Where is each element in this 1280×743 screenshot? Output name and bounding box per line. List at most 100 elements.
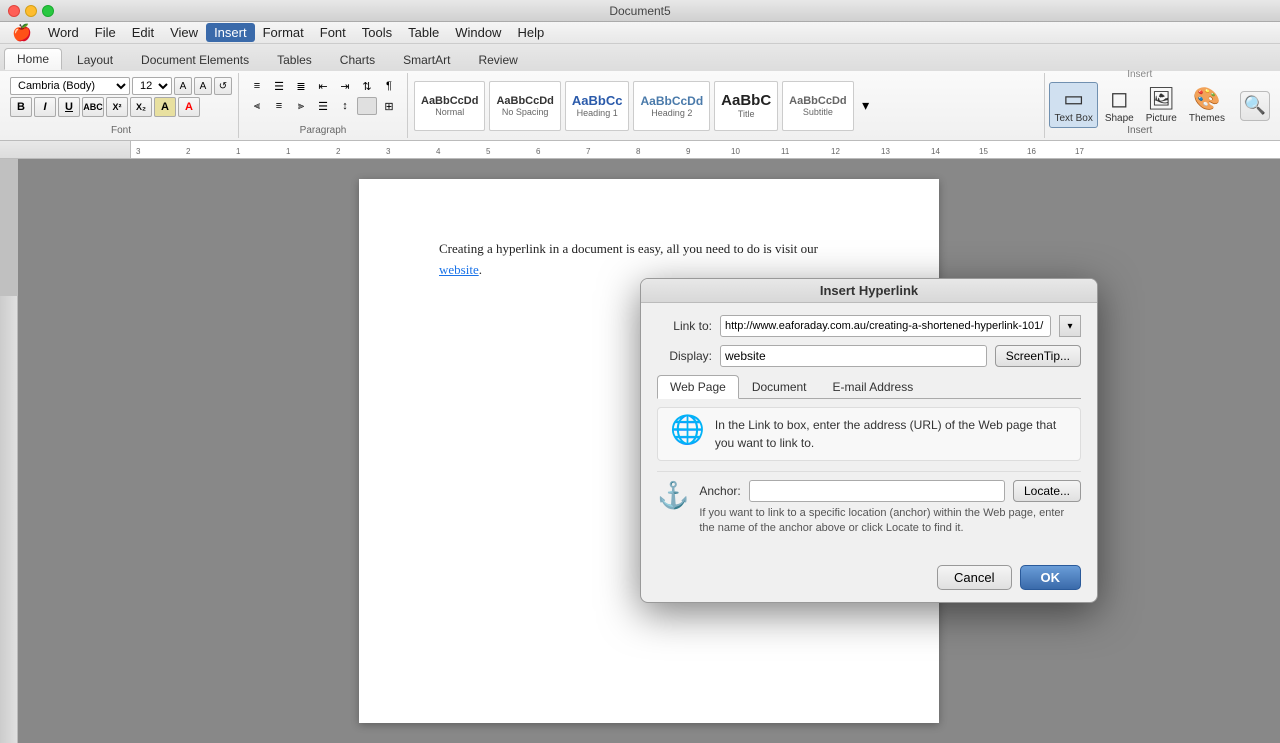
show-formatting-btn[interactable]: ¶ [379,77,399,95]
menu-insert[interactable]: Insert [206,23,255,42]
anchor-input[interactable] [749,480,1005,502]
menu-file[interactable]: File [87,23,124,42]
style-normal[interactable]: AaBbCcDd Normal [414,81,485,131]
menu-edit[interactable]: Edit [124,23,162,42]
tab-tables[interactable]: Tables [264,49,325,70]
highlight-button[interactable]: A [154,97,176,117]
svg-text:13: 13 [881,147,890,156]
dialog-tabs: Web Page Document E-mail Address [657,375,1081,399]
textbox-label: Text Box [1054,113,1092,124]
tab-document[interactable]: Document [739,375,820,398]
link-to-input[interactable] [720,315,1051,337]
themes-icon: 🎨 [1193,86,1220,112]
italic-button[interactable]: I [34,97,56,117]
svg-text:2: 2 [336,147,341,156]
numbered-list-btn[interactable]: ☰ [269,77,289,95]
shape-btn[interactable]: ◻ Shape [1100,82,1139,128]
align-left-btn[interactable]: ⫷ [247,97,267,115]
anchor-content: Anchor: Locate... If you want to link to… [699,480,1081,537]
sort-btn[interactable]: ⇅ [357,77,377,95]
globe-icon: 🌐 [670,416,705,444]
superscript-button[interactable]: X² [106,97,128,117]
anchor-section: ⚓ Anchor: Locate... If you want to link … [657,480,1081,537]
font-family-select[interactable]: Cambria (Body) [10,77,130,95]
menu-view[interactable]: View [162,23,206,42]
menu-table[interactable]: Table [400,23,447,42]
style-heading1[interactable]: AaBbCc Heading 1 [565,81,630,131]
styles-more-btn[interactable]: ▾ [858,81,874,131]
line-spacing-btn[interactable]: ↕ [335,97,355,115]
decrease-indent-btn[interactable]: ⇤ [313,77,333,95]
font-size-select[interactable]: 12 [132,77,172,95]
style-heading2[interactable]: AaBbCcDd Heading 2 [633,81,710,131]
tab-smartart[interactable]: SmartArt [390,49,463,70]
shape-icon: ◻ [1110,86,1128,112]
font-color-button[interactable]: A [178,97,200,117]
insert-hyperlink-dialog[interactable]: Insert Hyperlink Link to: ▾ Display: Scr… [640,278,1098,603]
align-center-btn[interactable]: ≡ [269,97,289,115]
link-to-label: Link to: [657,319,712,333]
apple-menu[interactable]: 🍎 [4,23,40,43]
style-no-spacing[interactable]: AaBbCcDd No Spacing [489,81,560,131]
menu-format[interactable]: Format [255,23,312,42]
increase-indent-btn[interactable]: ⇥ [335,77,355,95]
font-size-decrease[interactable]: A [194,77,212,95]
menu-word[interactable]: Word [40,23,87,42]
insert-buttons-row: ▭ Text Box ◻ Shape 🖼 Picture 🎨 Themes [1049,82,1230,128]
cancel-button[interactable]: Cancel [937,565,1011,590]
display-row: Display: ScreenTip... [657,345,1081,367]
info-box: 🌐 In the Link to box, enter the address … [657,407,1081,461]
tab-web-page[interactable]: Web Page [657,375,739,399]
maximize-button[interactable] [42,5,54,17]
insert-group-label: Insert [1127,125,1152,136]
bold-button[interactable]: B [10,97,32,117]
link-to-row: Link to: ▾ [657,315,1081,337]
menu-font[interactable]: Font [312,23,354,42]
ok-button[interactable]: OK [1020,565,1082,590]
tab-document-elements[interactable]: Document Elements [128,49,262,70]
shading-btn[interactable] [357,97,377,115]
tab-layout[interactable]: Layout [64,49,126,70]
anchor-description: If you want to link to a specific locati… [699,506,1081,537]
search-btn[interactable]: 🔍 [1240,91,1270,121]
minimize-button[interactable] [25,5,37,17]
paragraph-group: ≡ ☰ ≣ ⇤ ⇥ ⇅ ¶ ⫷ ≡ ⫸ ☰ ↕ ⊞ Par [239,73,408,138]
picture-icon: 🖼 [1147,86,1175,112]
tab-home[interactable]: Home [4,48,62,70]
hyperlink[interactable]: website [439,262,479,277]
screentip-button[interactable]: ScreenTip... [995,345,1081,367]
themes-btn[interactable]: 🎨 Themes [1184,82,1230,128]
underline-button[interactable]: U [58,97,80,117]
subscript-button[interactable]: X₂ [130,97,152,117]
font-size-increase[interactable]: A [174,77,192,95]
anchor-icon: ⚓ [657,480,689,511]
textbox-btn[interactable]: ▭ Text Box [1049,82,1097,128]
justify-btn[interactable]: ☰ [313,97,333,115]
style-subtitle[interactable]: AaBbCcDd Subtitle [782,81,853,131]
locate-button[interactable]: Locate... [1013,480,1081,502]
font-group: Cambria (Body) 12 A A ↺ B I U ABC X² X₂ [4,73,239,138]
picture-label: Picture [1146,113,1177,124]
menu-tools[interactable]: Tools [354,23,400,42]
menu-help[interactable]: Help [509,23,552,42]
bullet-list-btn[interactable]: ≡ [247,77,267,95]
picture-btn[interactable]: 🖼 Picture [1141,82,1182,128]
outline-list-btn[interactable]: ≣ [291,77,311,95]
tab-charts[interactable]: Charts [327,49,388,70]
svg-text:2: 2 [186,147,191,156]
clear-format[interactable]: ↺ [214,77,232,95]
tab-review[interactable]: Review [465,49,530,70]
strikethrough-button[interactable]: ABC [82,97,104,117]
align-right-btn[interactable]: ⫸ [291,97,311,115]
svg-text:10: 10 [731,147,740,156]
display-input[interactable] [720,345,987,367]
tab-email-address[interactable]: E-mail Address [820,375,927,398]
menu-window[interactable]: Window [447,23,509,42]
style-title[interactable]: AaBbC Title [714,81,778,131]
link-dropdown-btn[interactable]: ▾ [1059,315,1081,337]
ruler-inner: 3 2 1 1 2 3 4 5 6 7 8 9 10 11 12 13 14 1… [130,141,1280,158]
borders-btn[interactable]: ⊞ [379,97,399,115]
insert-group-header: Insert [1049,69,1230,80]
close-button[interactable] [8,5,20,17]
title-bar: Document5 [0,0,1280,22]
